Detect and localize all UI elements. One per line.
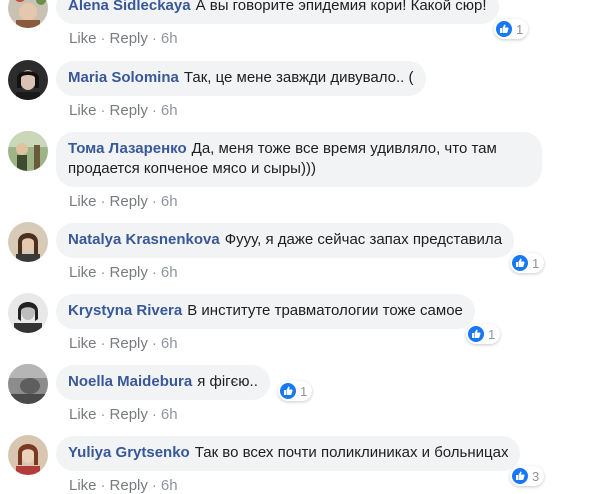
timestamp[interactable]: 6h	[161, 406, 178, 423]
reply-link[interactable]: Reply	[110, 30, 148, 47]
like-link[interactable]: Like	[69, 193, 97, 210]
comment-actions: Like · Reply · 6h	[69, 102, 178, 119]
author-name[interactable]: Alena Sidleckaya	[68, 0, 191, 14]
reaction-count: 1	[532, 255, 540, 271]
avatar[interactable]	[8, 293, 48, 333]
reply-link[interactable]: Reply	[110, 102, 148, 119]
thumbs-up-icon	[512, 468, 528, 484]
author-name[interactable]: Noella Maidebura	[68, 373, 192, 390]
author-name[interactable]: Natalya Krasnenkova	[68, 231, 220, 248]
comment-actions: Like · Reply · 6h	[69, 406, 178, 423]
reaction-count: 3	[532, 468, 540, 484]
avatar[interactable]	[8, 222, 48, 262]
comment-text: Так во всех почти поликлиниках и больниц…	[194, 444, 509, 461]
like-link[interactable]: Like	[69, 30, 97, 47]
reaction-count: 1	[516, 21, 524, 37]
comment-text: В институте травматологии тоже самое	[187, 302, 463, 319]
comment-bubble: Noella Maidebura я фігєю..	[56, 365, 270, 400]
comment-actions: Like · Reply · 6h	[69, 30, 178, 47]
comment-bubble: Maria Solomina Так, це мене завжди дивува…	[56, 61, 426, 96]
reply-link[interactable]: Reply	[110, 264, 148, 281]
reply-link[interactable]: Reply	[110, 335, 148, 352]
avatar[interactable]	[8, 60, 48, 100]
comment-bubble: Тома Лазаренко Да, меня тоже все время уд…	[56, 132, 542, 187]
reaction-count: 1	[300, 383, 308, 399]
reaction-badge[interactable]: 3	[510, 466, 545, 486]
comment-bubble: Alena Sidleckaya А вы говорите эпидемия к…	[56, 0, 499, 24]
avatar[interactable]	[8, 435, 48, 475]
timestamp[interactable]: 6h	[161, 335, 178, 352]
comment-text: Так, це мене завжди дивувало.. (	[183, 69, 414, 86]
author-name[interactable]: Maria Solomina	[68, 69, 179, 86]
like-link[interactable]: Like	[69, 406, 97, 423]
avatar[interactable]	[8, 131, 48, 171]
author-name[interactable]: Тома Лазаренко	[68, 140, 187, 157]
comment-bubble: Yuliya Grytsenko Так во всех почти поликл…	[56, 436, 521, 471]
thumbs-up-icon	[512, 255, 528, 271]
thumbs-up-icon	[280, 383, 296, 399]
like-link[interactable]: Like	[69, 264, 97, 281]
avatar[interactable]	[8, 364, 48, 404]
timestamp[interactable]: 6h	[161, 264, 178, 281]
author-name[interactable]: Krystyna Rivera	[68, 302, 182, 319]
thumbs-up-icon	[496, 21, 512, 37]
timestamp[interactable]: 6h	[161, 30, 178, 47]
comment-actions: Like · Reply · 6h	[69, 264, 178, 281]
avatar[interactable]	[8, 0, 48, 28]
reply-link[interactable]: Reply	[110, 406, 148, 423]
comment-actions: Like · Reply · 6h	[69, 335, 178, 352]
reply-link[interactable]: Reply	[110, 193, 148, 210]
comment-text: я фігєю..	[197, 373, 258, 390]
comment-bubble: Krystyna Rivera В институте травматологии…	[56, 294, 475, 329]
like-link[interactable]: Like	[69, 335, 97, 352]
comment-text: Фууу, я даже сейчас запах представила	[224, 231, 503, 248]
reaction-count: 1	[488, 326, 496, 342]
like-link[interactable]: Like	[69, 102, 97, 119]
timestamp[interactable]: 6h	[161, 102, 178, 119]
reaction-badge[interactable]: 1	[494, 19, 529, 39]
thumbs-up-icon	[468, 326, 484, 342]
reaction-badge[interactable]: 1	[510, 253, 545, 273]
timestamp[interactable]: 6h	[161, 193, 178, 210]
comment-text: А вы говорите эпидемия кори! Какой сюр!	[195, 0, 487, 14]
author-name[interactable]: Yuliya Grytsenko	[68, 444, 190, 461]
reaction-badge[interactable]: 1	[278, 381, 313, 401]
reaction-badge[interactable]: 1	[466, 324, 501, 344]
comment-bubble: Natalya Krasnenkova Фууу, я даже сейчас з…	[56, 223, 515, 258]
comment-actions: Like · Reply · 6h	[69, 193, 178, 210]
